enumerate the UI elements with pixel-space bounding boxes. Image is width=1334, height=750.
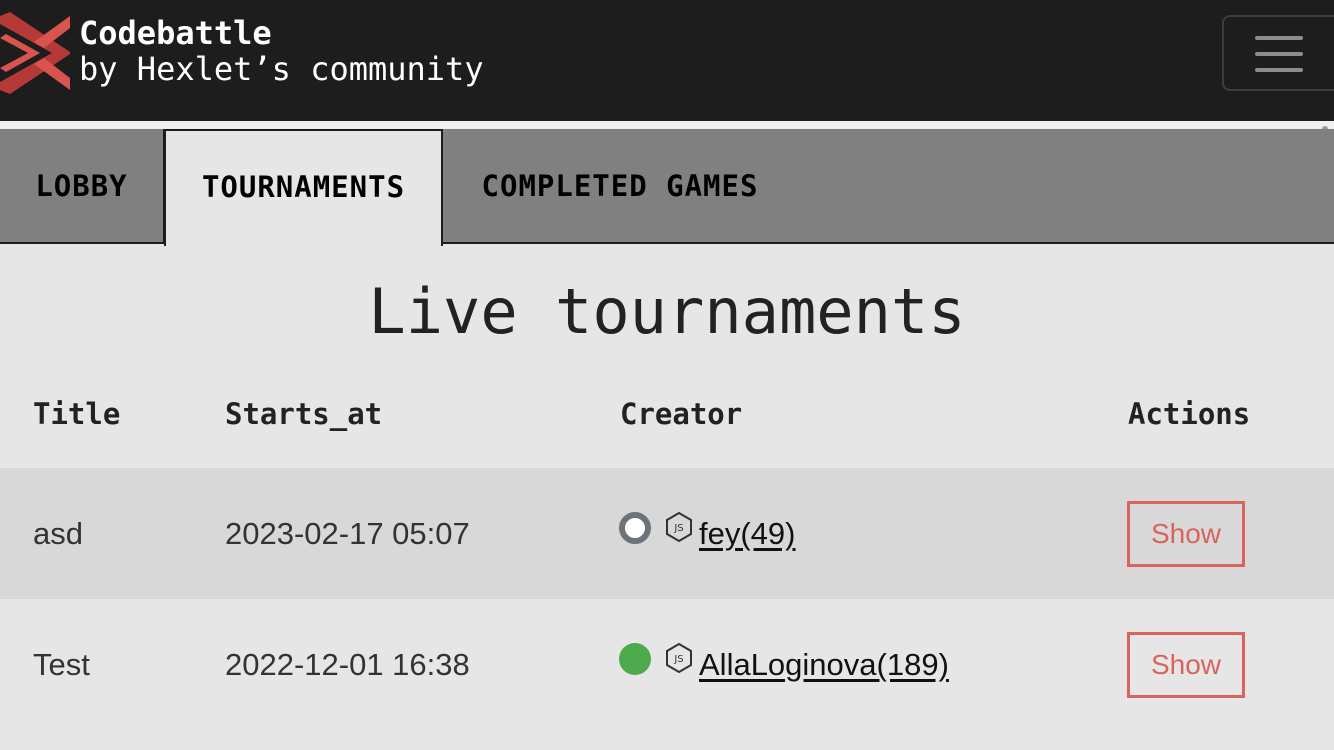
tournament-title: asd xyxy=(33,516,83,551)
column-header-creator: Creator xyxy=(620,397,743,431)
tab-completed-games[interactable]: COMPLETED GAMES xyxy=(443,129,797,244)
page-title: Live tournaments xyxy=(368,275,966,348)
tab-lobby[interactable]: LOBBY xyxy=(0,129,165,244)
show-button[interactable]: Show xyxy=(1127,501,1245,567)
column-header-starts-at: Starts_at xyxy=(225,397,383,431)
tab-bar: LOBBY COMPLETED GAMES TOURNAMENTS xyxy=(0,129,1334,246)
brand-title[interactable]: Codebattle xyxy=(79,14,272,52)
column-header-title: Title xyxy=(33,397,121,431)
tournament-starts-at: 2022-12-01 16:38 xyxy=(225,647,470,682)
tournament-title: Test xyxy=(33,647,90,682)
hamburger-menu-icon xyxy=(1255,36,1303,40)
svg-text:JS: JS xyxy=(673,654,683,665)
navbar: Codebattle by Hexlet’s community xyxy=(0,0,1334,121)
header-divider xyxy=(0,121,1334,129)
creator-link[interactable]: AllaLoginova(189) xyxy=(699,645,949,685)
tab-tournaments[interactable]: TOURNAMENTS xyxy=(164,129,443,246)
svg-text:JS: JS xyxy=(673,523,683,534)
nodejs-icon: JS xyxy=(666,643,692,673)
creator-link[interactable]: fey(49) xyxy=(699,514,795,554)
online-status-icon xyxy=(619,643,651,675)
tournament-starts-at: 2023-02-17 05:07 xyxy=(225,516,470,551)
table-row: Test 2022-12-01 16:38 JS AllaLoginova(18… xyxy=(0,599,1334,730)
column-header-actions: Actions xyxy=(1128,397,1251,431)
table-row: asd 2023-02-17 05:07 JS fey(49) Show xyxy=(0,468,1334,599)
brand-subtitle: by Hexlet’s community xyxy=(79,50,484,88)
show-button[interactable]: Show xyxy=(1127,632,1245,698)
hamburger-bar xyxy=(1255,68,1303,72)
codebattle-logo-icon[interactable] xyxy=(0,12,72,94)
menu-toggle-button[interactable] xyxy=(1222,15,1334,91)
nodejs-icon: JS xyxy=(666,512,692,542)
offline-status-icon xyxy=(619,512,651,544)
hamburger-bar xyxy=(1255,52,1303,56)
